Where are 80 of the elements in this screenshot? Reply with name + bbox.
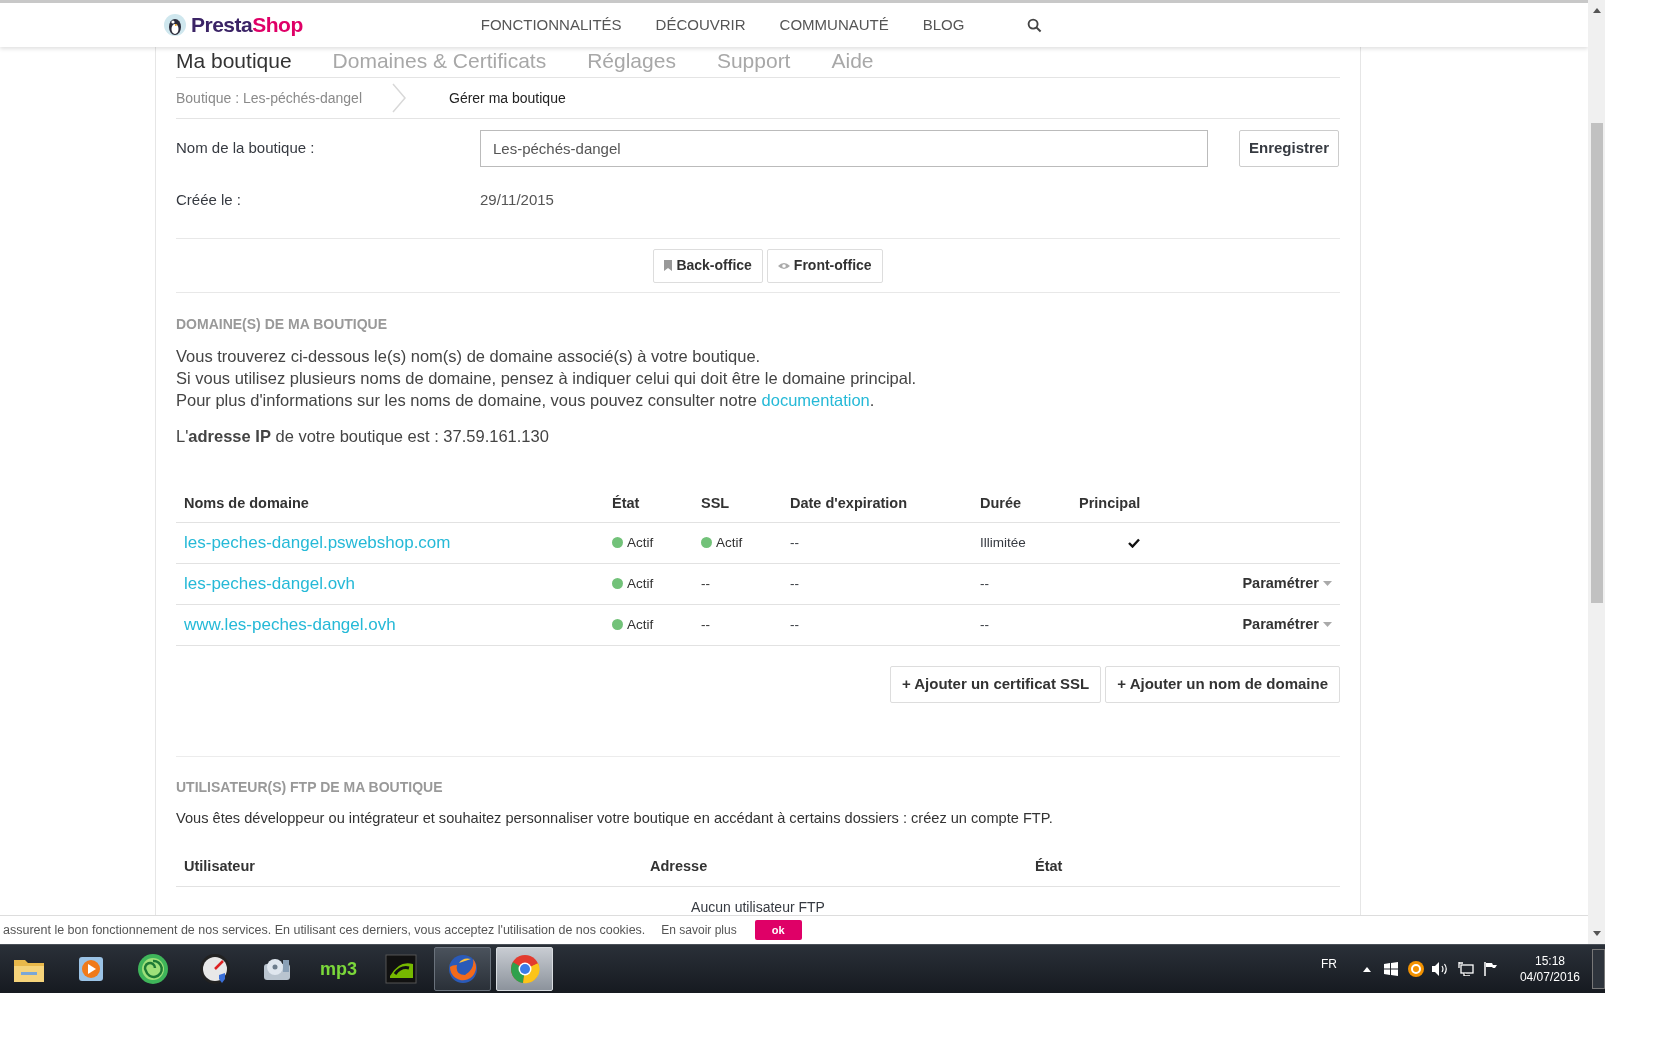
table-cell-text: -- [790, 615, 800, 634]
empty-table-message: Aucun utilisateur FTP [690, 897, 826, 917]
search-icon[interactable] [1027, 17, 1043, 33]
nav-link[interactable]: COMMUNAUTÉ [779, 13, 889, 37]
caret-icon [1323, 622, 1332, 628]
table-cell-text: -- [790, 533, 800, 552]
ip-address-text: L'adresse IP de votre boutique est : 37.59.161.130 [176, 426, 550, 447]
clock-date[interactable]: 04/07/2016 [1519, 969, 1580, 985]
field-label: Nom de la boutique : [176, 137, 316, 158]
ok-button[interactable]: ok [754, 920, 802, 940]
table-cell-text: -- [980, 574, 990, 593]
status-text: Actif [627, 574, 654, 593]
section-tab[interactable]: Ma boutique [176, 48, 292, 74]
bookmark-icon [664, 260, 673, 271]
column-header: Date d'expiration [790, 494, 909, 514]
network-icon[interactable] [1457, 962, 1474, 976]
chrome-icon [508, 953, 541, 985]
prestashop-logo[interactable]: PrestaShop [191, 9, 303, 41]
column-header: État [612, 494, 641, 514]
scroll-up-icon[interactable] [1592, 8, 1601, 13]
scrollbar-thumb[interactable] [1590, 123, 1603, 603]
chevron-icon [391, 83, 407, 113]
firefox-icon [446, 953, 479, 985]
ftp-description: Vous êtes développeur ou intégrateur et souhaitez personnaliser votre boutique en accédant à certains dossiers : créez un compte FTP. [176, 808, 1054, 828]
swirl-app-icon [136, 953, 169, 985]
nav-link[interactable]: FONCTIONNALITÉS [480, 13, 622, 37]
column-header: Utilisateur [184, 856, 256, 876]
taskbar-button[interactable]: mp3 [310, 947, 367, 991]
windows-icon[interactable] [1383, 962, 1398, 976]
table-cell-text: Illimitée [980, 533, 1027, 552]
settings-dropdown[interactable]: Paramétrer [1242, 613, 1332, 636]
breadcrumb-current: Gérer ma boutique [449, 88, 566, 108]
office-button[interactable]: Back-office [653, 248, 763, 283]
status-text: Actif [627, 533, 654, 552]
learn-more-link[interactable]: En savoir plus [661, 921, 737, 939]
caret-icon [1323, 581, 1332, 587]
cookie-notice: assurent le bon fonctionnement de nos services. En utilisant ces derniers, vous acceptez l'utilisation de nos cookies. [3, 921, 646, 939]
mp3-app-icon: mp3 [320, 960, 357, 978]
column-header: SSL [701, 494, 731, 514]
shop-name-field[interactable]: Les-péchés-dangel [480, 129, 1208, 167]
show-desktop-button[interactable] [1592, 949, 1605, 989]
add-button[interactable]: + Ajouter un nom de domaine [1105, 665, 1340, 703]
column-header: Principal [1079, 494, 1142, 514]
column-header: Noms de domaine [184, 494, 310, 514]
scroll-down-icon[interactable] [1592, 931, 1601, 936]
intro-text: Si vous utilisez plusieurs noms de domaine, pensez à indiquer celui qui doit être le domaine principal. [176, 368, 918, 389]
status-text: -- [701, 615, 710, 634]
settings-dropdown[interactable]: Paramétrer [1242, 572, 1332, 595]
volume-icon[interactable] [1431, 962, 1448, 976]
scrollbar[interactable] [1588, 0, 1605, 944]
breadcrumb-link[interactable]: Boutique : Les-péchés-dangel [176, 87, 391, 109]
flag-icon[interactable] [1483, 962, 1498, 976]
office-button[interactable]: Front-office [766, 248, 883, 283]
status-text: Actif [716, 533, 743, 552]
field-label: Créée le : [176, 190, 243, 211]
penguin-logo-icon [163, 13, 187, 37]
status-text: -- [701, 574, 710, 593]
language-indicator[interactable]: FR [1320, 955, 1337, 973]
add-button[interactable]: + Ajouter un certificat SSL [889, 665, 1102, 703]
eye-icon [777, 261, 790, 270]
column-header: Durée [980, 494, 1023, 514]
table-cell-text: -- [790, 574, 800, 593]
media-player-icon [76, 955, 105, 983]
creation-date: 29/11/2015 [480, 190, 554, 211]
nav-link[interactable]: BLOG [922, 13, 965, 37]
column-header: État [1035, 856, 1064, 876]
show-hidden-icons-icon[interactable] [1362, 966, 1371, 972]
intro-text: Pour plus d'informations sur les noms de domaine, vous pouvez consulter notre documentation. [176, 390, 876, 411]
intro-text: Vous trouverez ci-dessous le(s) nom(s) de domaine associé(s) à votre boutique. [176, 346, 762, 367]
status-text: Actif [627, 615, 654, 634]
ring-app-icon[interactable] [1407, 961, 1424, 977]
eye-logo-icon [384, 954, 417, 984]
gauge-icon [198, 953, 231, 985]
section-heading: UTILISATEUR(S) FTP DE MA BOUTIQUE [176, 777, 444, 797]
section-heading: DOMAINE(S) DE MA BOUTIQUE [176, 315, 389, 334]
save-button[interactable]: Enregistrer [1239, 129, 1339, 167]
table-cell-text: -- [980, 615, 990, 634]
column-header: Adresse [650, 856, 709, 876]
clock-time[interactable]: 15:18 [1534, 953, 1565, 969]
nav-link[interactable]: DÉCOUVRIR [655, 13, 746, 37]
